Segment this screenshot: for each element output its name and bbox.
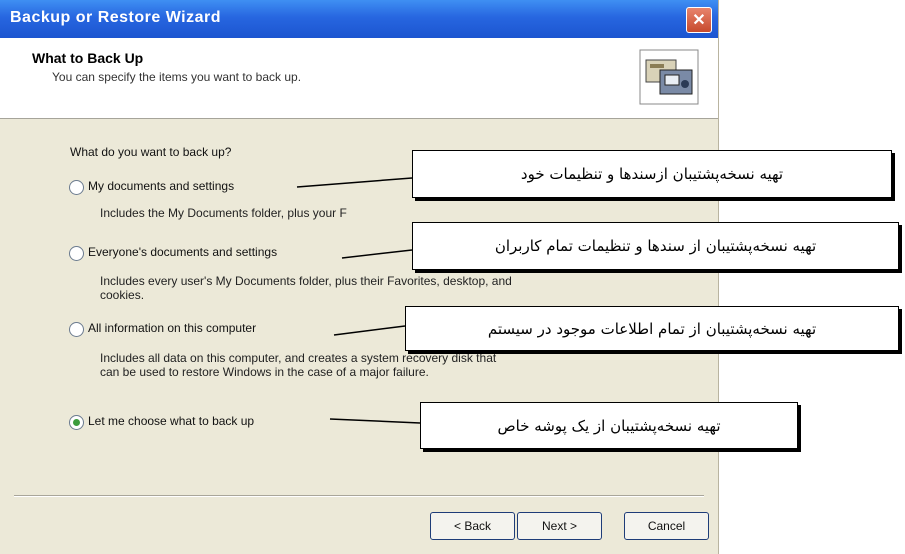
callout-all-information: تهیه نسخه‌پشتیبان از تمام اطلاعات موجود …: [405, 306, 899, 351]
pointer-line-3: [333, 325, 406, 336]
pointer-line-4: [329, 418, 421, 424]
callout-pointers: [296, 177, 421, 424]
callout-let-me-choose: تهیه نسخه‌پشتیبان از یک پوشه خاص: [420, 402, 798, 449]
pointer-line-1: [296, 177, 413, 188]
callout-my-documents: تهیه نسخه‌پشتیبان ازسندها و تنظیمات خود: [412, 150, 892, 198]
callout-everyones-documents: تهیه نسخه‌پشتیبان از سندها و تنظیمات تما…: [412, 222, 899, 270]
pointer-line-2: [341, 249, 413, 259]
